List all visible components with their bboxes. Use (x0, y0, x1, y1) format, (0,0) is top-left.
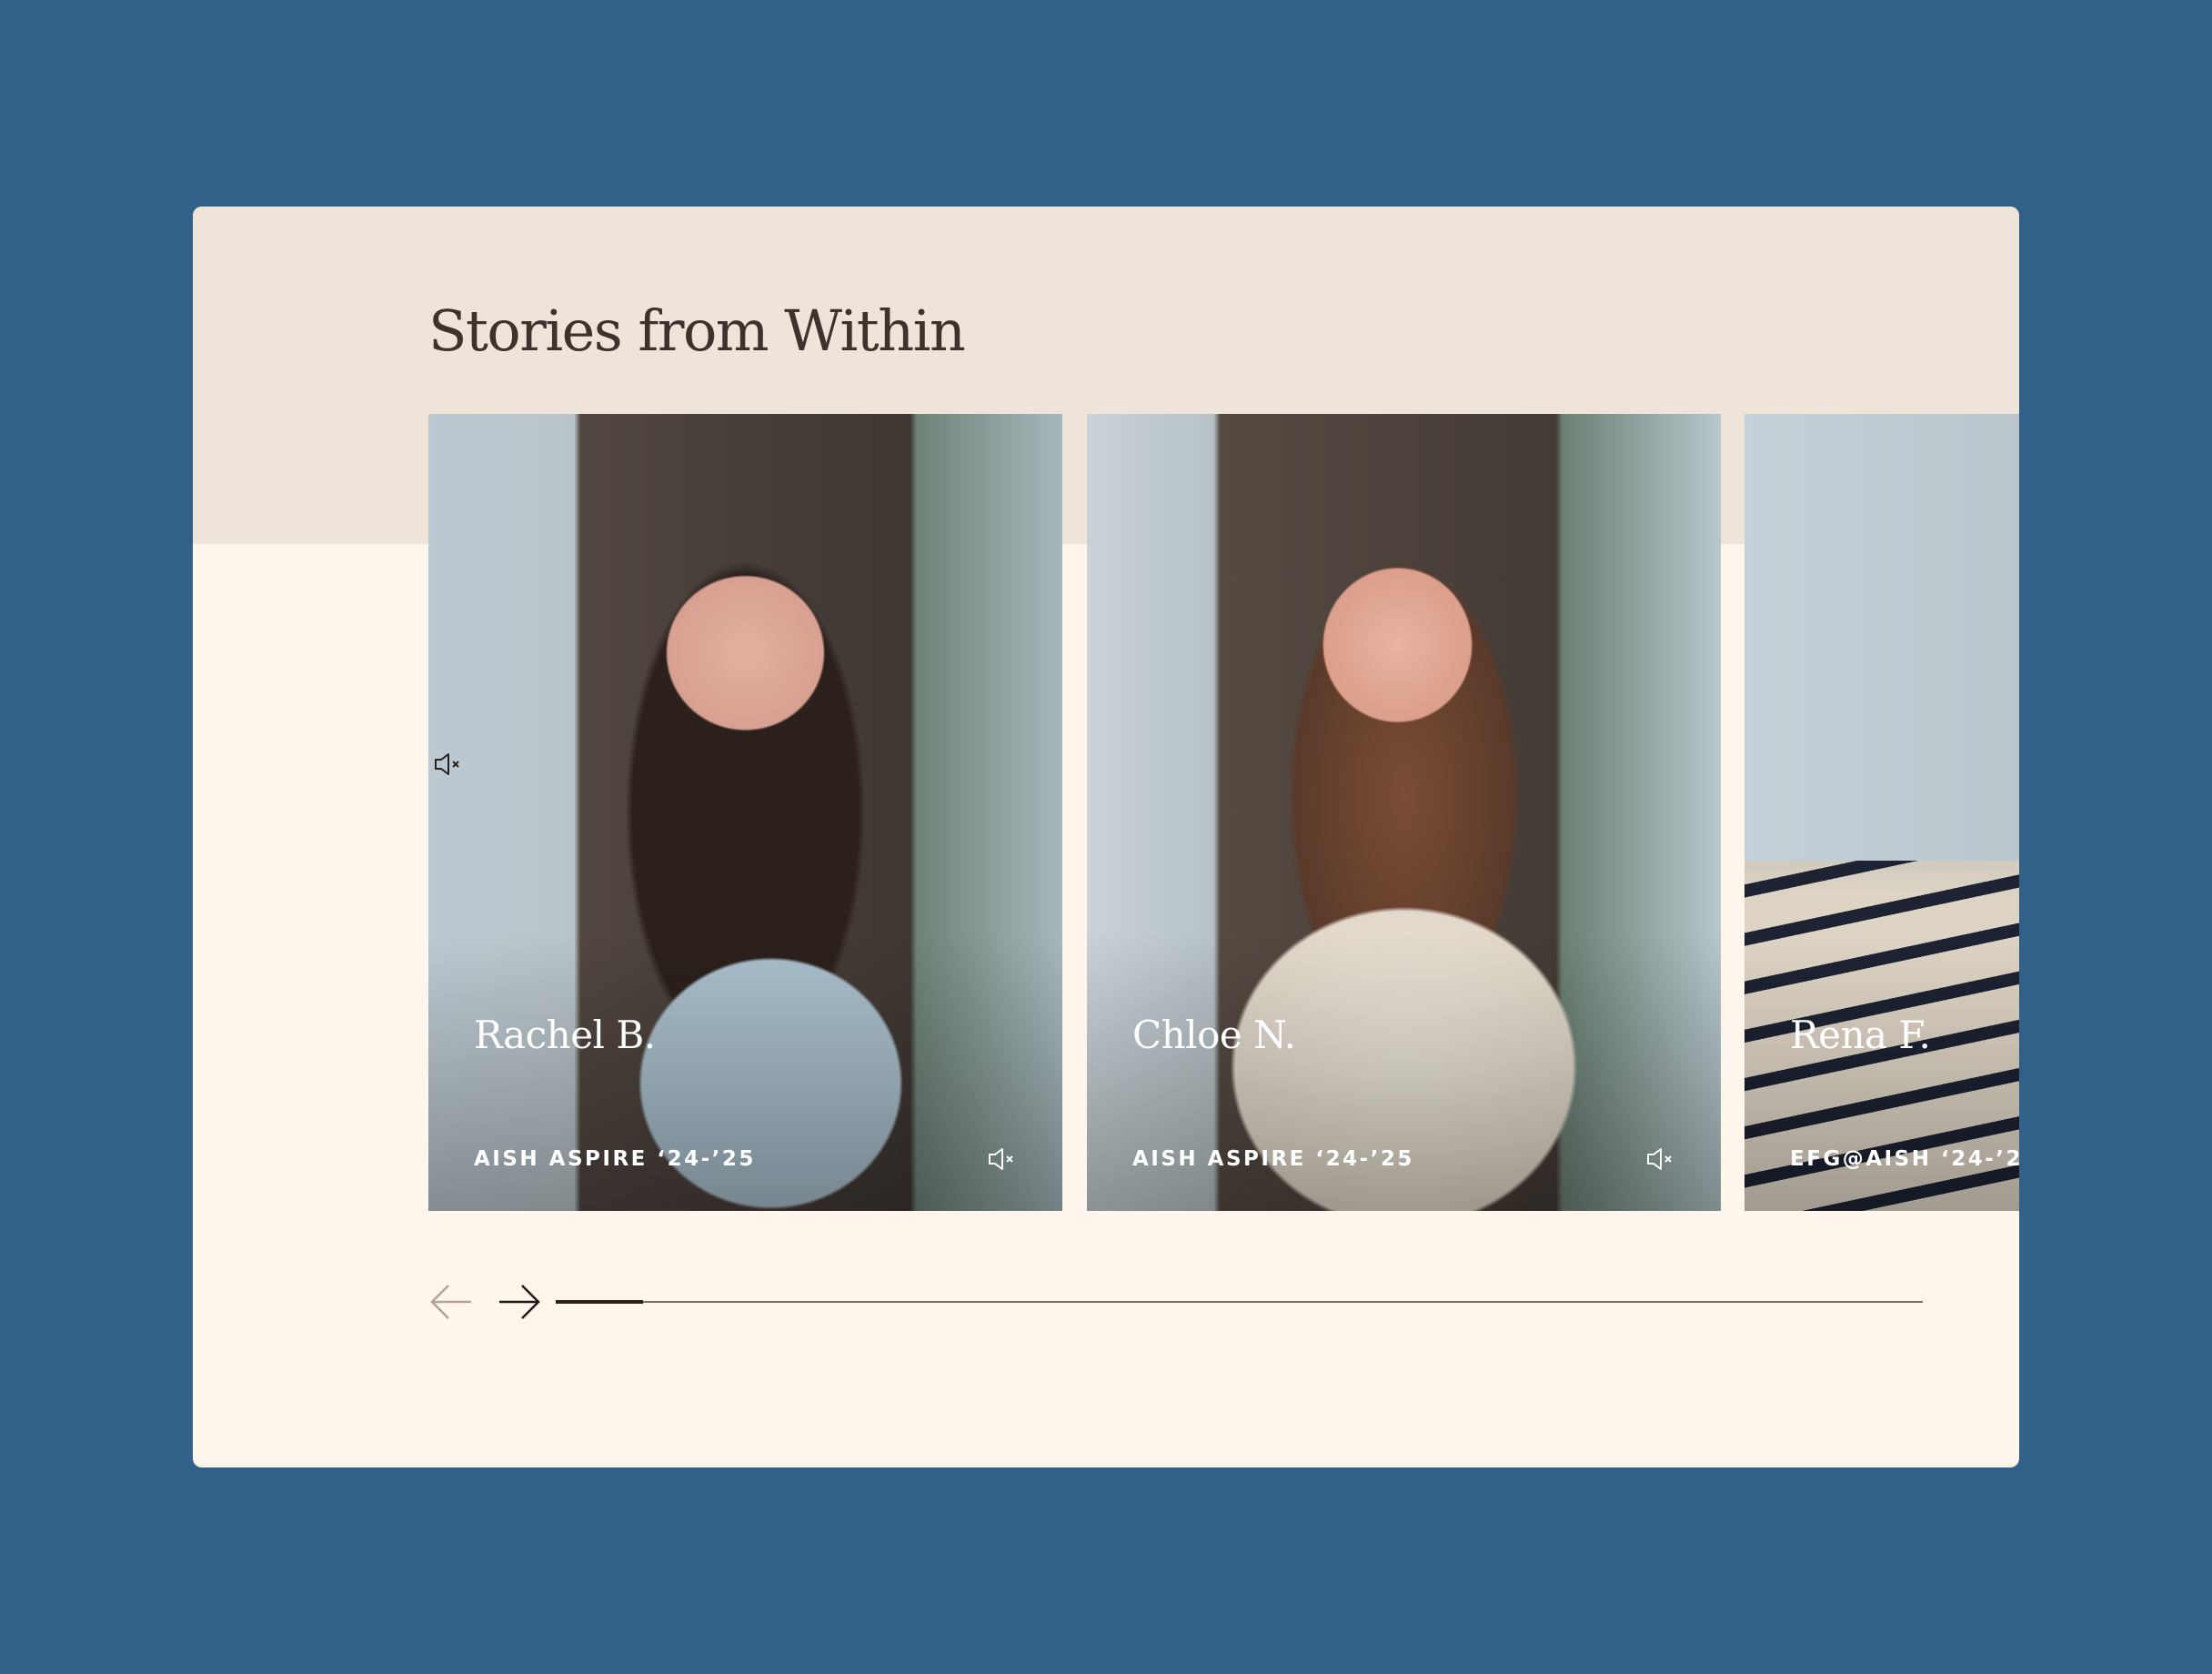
story-card-rena[interactable]: Rena F. EFG@AISH ‘24-’25 (1744, 414, 2019, 1211)
stories-panel: Stories from Within Rachel B. AISH ASPIR… (193, 207, 2019, 1467)
carousel-progress-track[interactable] (556, 1300, 1923, 1304)
story-card-name: Chloe N. (1132, 1013, 1296, 1057)
section-title: Stories from Within (428, 297, 966, 364)
speaker-muted-icon[interactable] (986, 1145, 1017, 1173)
story-card-name: Rena F. (1790, 1013, 1931, 1057)
speaker-muted-icon[interactable] (1644, 1145, 1675, 1173)
arrow-right-icon[interactable] (497, 1280, 542, 1324)
speaker-muted-icon[interactable] (432, 751, 463, 778)
story-card-program: EFG@AISH ‘24-’25 (1790, 1147, 2019, 1171)
story-card-name: Rachel B. (474, 1013, 656, 1057)
carousel-progress-indicator (556, 1300, 644, 1304)
carousel-controls (428, 1280, 1934, 1324)
story-card-chloe[interactable]: Chloe N. AISH ASPIRE ‘24-’25 (1087, 414, 1721, 1211)
story-card-program: AISH ASPIRE ‘24-’25 (474, 1147, 756, 1171)
story-card-program: AISH ASPIRE ‘24-’25 (1132, 1147, 1414, 1171)
story-card-rachel[interactable]: Rachel B. AISH ASPIRE ‘24-’25 (428, 414, 1062, 1211)
arrow-left-icon[interactable] (428, 1280, 474, 1324)
story-carousel[interactable]: Rachel B. AISH ASPIRE ‘24-’25 Chloe N. A… (428, 414, 2019, 1211)
